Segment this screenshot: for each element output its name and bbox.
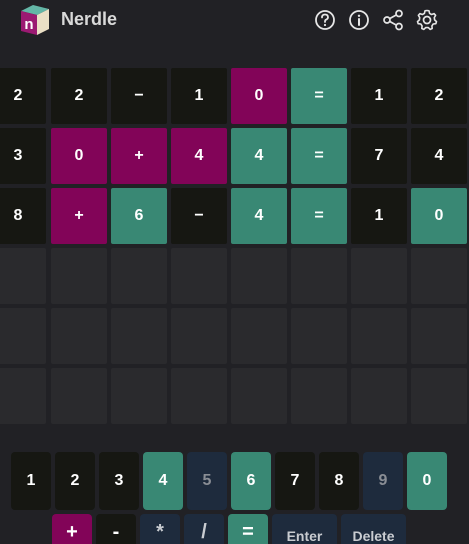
app-title: Nerdle: [61, 9, 118, 29]
empty-tile: [0, 308, 46, 364]
key-7[interactable]: 7: [275, 452, 315, 510]
info-icon[interactable]: [348, 9, 370, 31]
board-tile: =: [291, 128, 347, 184]
board-tile: 3: [0, 128, 46, 184]
empty-tile: [111, 308, 167, 364]
share-icon[interactable]: [382, 9, 404, 31]
board-tile: −: [171, 188, 227, 244]
empty-tile: [291, 308, 347, 364]
board-tile: 0: [51, 128, 107, 184]
empty-tile: [111, 248, 167, 304]
empty-tile: [351, 308, 407, 364]
empty-tile: [51, 368, 107, 424]
logo-letter: n: [24, 16, 33, 33]
nerdle-logo: n: [21, 5, 49, 35]
board-tile: 1: [351, 188, 407, 244]
key-3[interactable]: 3: [99, 452, 139, 510]
board-tile: +: [51, 188, 107, 244]
key-6[interactable]: 6: [231, 452, 271, 510]
key-8[interactable]: 8: [319, 452, 359, 510]
empty-tile: [171, 248, 227, 304]
empty-tile: [411, 248, 467, 304]
empty-tile: [171, 308, 227, 364]
board-tile: 7: [351, 128, 407, 184]
empty-tile: [351, 248, 407, 304]
board-tile: 1: [171, 68, 227, 124]
settings-icon[interactable]: [416, 9, 438, 31]
board-tile: 6: [111, 188, 167, 244]
empty-tile: [231, 308, 287, 364]
enter-button[interactable]: Enter: [272, 514, 337, 544]
key-minus[interactable]: -: [96, 514, 136, 544]
empty-tile: [291, 368, 347, 424]
empty-tile: [291, 248, 347, 304]
board-tile: =: [291, 68, 347, 124]
key-equals[interactable]: =: [228, 514, 268, 544]
key-plus[interactable]: +: [52, 514, 92, 544]
empty-tile: [111, 368, 167, 424]
board-tile: 1: [351, 68, 407, 124]
key-9[interactable]: 9: [363, 452, 403, 510]
board-tile: +: [111, 128, 167, 184]
empty-tile: [51, 308, 107, 364]
key-0[interactable]: 0: [407, 452, 447, 510]
empty-tile: [411, 368, 467, 424]
empty-tile: [0, 368, 46, 424]
board-tile: 4: [231, 188, 287, 244]
board-tile: 0: [231, 68, 287, 124]
board-tile: 4: [411, 128, 467, 184]
key-2[interactable]: 2: [55, 452, 95, 510]
empty-tile: [351, 368, 407, 424]
key-4[interactable]: 4: [143, 452, 183, 510]
help-icon[interactable]: [314, 9, 336, 31]
board-tile: 4: [231, 128, 287, 184]
board-tile: 2: [51, 68, 107, 124]
board-tile: 8: [0, 188, 46, 244]
key-divide[interactable]: /: [184, 514, 224, 544]
key-1[interactable]: 1: [11, 452, 51, 510]
empty-tile: [0, 248, 46, 304]
delete-button[interactable]: Delete: [341, 514, 406, 544]
empty-tile: [231, 368, 287, 424]
board-tile: =: [291, 188, 347, 244]
board-tile: −: [111, 68, 167, 124]
board-tile: 0: [411, 188, 467, 244]
empty-tile: [231, 248, 287, 304]
empty-tile: [171, 368, 227, 424]
empty-tile: [411, 308, 467, 364]
key-5[interactable]: 5: [187, 452, 227, 510]
board-tile: 2: [0, 68, 46, 124]
board-tile: 4: [171, 128, 227, 184]
app-header: n Nerdle: [0, 0, 469, 42]
empty-tile: [51, 248, 107, 304]
board-tile: 2: [411, 68, 467, 124]
key-multiply[interactable]: *: [140, 514, 180, 544]
